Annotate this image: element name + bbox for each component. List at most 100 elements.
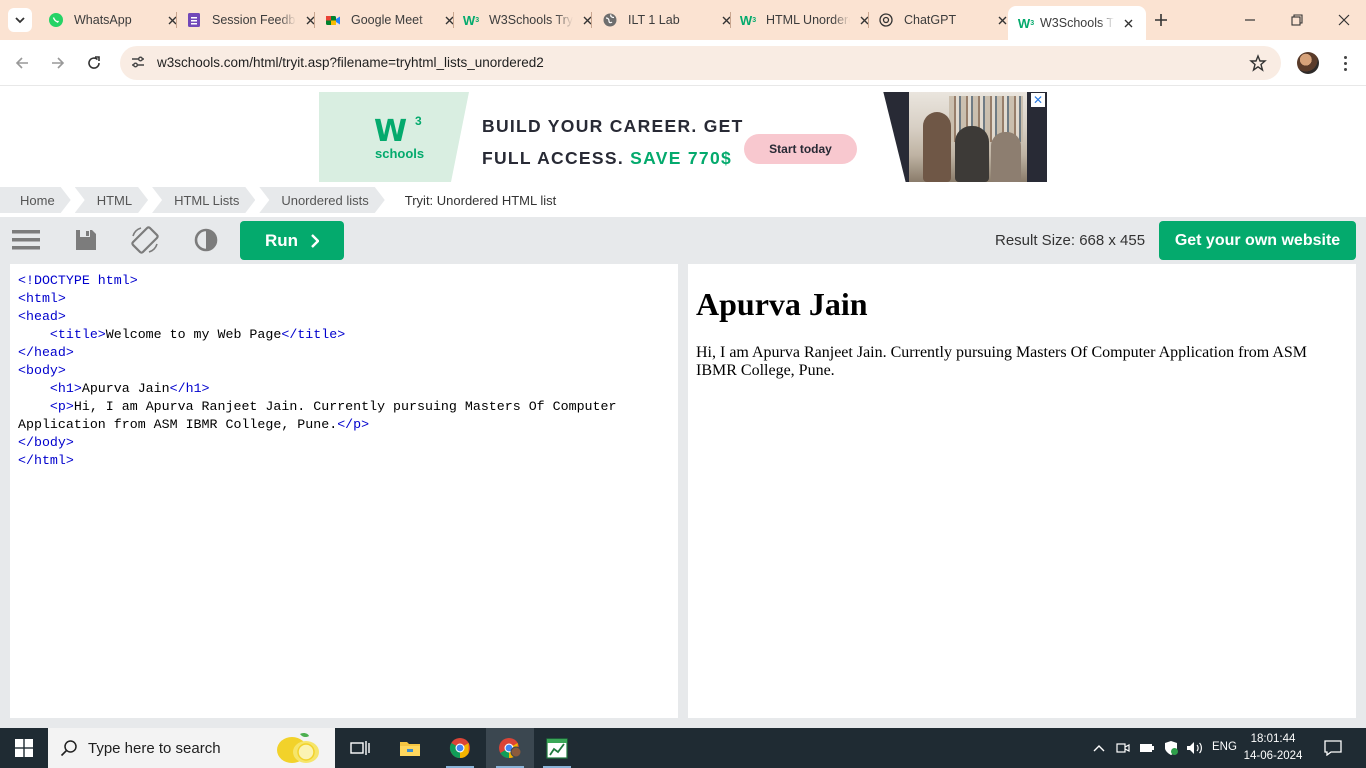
- address-bar[interactable]: w3schools.com/html/tryit.asp?filename=tr…: [120, 46, 1281, 80]
- taskbar-chrome-profile[interactable]: [486, 728, 534, 768]
- battery-icon[interactable]: [1137, 728, 1157, 768]
- code-body-close: </body>: [18, 435, 74, 450]
- site-settings-icon[interactable]: [130, 54, 146, 73]
- code-title-close: </title>: [281, 327, 346, 342]
- tab-chatgpt[interactable]: ChatGPT: [878, 7, 1010, 33]
- system-clock[interactable]: 18:01:44 14-06-2024: [1243, 731, 1303, 765]
- ad-close-icon[interactable]: ✕: [1031, 93, 1045, 107]
- w3schools-logo: W: [374, 114, 408, 149]
- result-panel: Apurva Jain Hi, I am Apurva Ranjeet Jain…: [688, 264, 1356, 718]
- code-h1-close: </h1>: [169, 381, 210, 396]
- tab-separator: [453, 12, 454, 28]
- taskbar-notepad-app[interactable]: [533, 728, 581, 768]
- close-icon: [1338, 14, 1350, 26]
- ad-headline-prefix: FULL ACCESS.: [482, 148, 624, 168]
- tab-html-unordered[interactable]: W3 HTML Unordered: [740, 7, 872, 33]
- search-icon: [60, 740, 77, 757]
- browser-tab-strip: WhatsApp Session Feedback Google Meet W3…: [0, 0, 1366, 40]
- input-language[interactable]: ENG: [1212, 741, 1237, 753]
- result-size-label: Result Size: 668 x 455: [995, 232, 1146, 249]
- taskbar-chrome[interactable]: [436, 728, 484, 768]
- start-today-button[interactable]: Start today: [744, 134, 857, 164]
- code-p-text: Hi, I am Apurva Ranjeet Jain. Currently …: [18, 399, 625, 432]
- ad-banner[interactable]: W 3 schools BUILD YOUR CAREER. GET FULL …: [319, 92, 1047, 182]
- ad-headline-line1: BUILD YOUR CAREER. GET: [482, 116, 744, 136]
- breadcrumb-html[interactable]: HTML: [75, 187, 148, 213]
- run-button[interactable]: Run: [240, 221, 344, 260]
- rotate-orientation-icon[interactable]: [130, 226, 160, 254]
- notifications-icon[interactable]: [1322, 728, 1344, 768]
- clock-date: 14-06-2024: [1243, 750, 1303, 762]
- minimize-button[interactable]: [1238, 8, 1262, 32]
- back-button[interactable]: [10, 51, 34, 75]
- breadcrumb-home[interactable]: Home: [0, 187, 71, 213]
- browser-menu-icon[interactable]: [1335, 52, 1355, 74]
- meet-now-tray-icon[interactable]: [1113, 728, 1133, 768]
- tab-ilt-lab[interactable]: ILT 1 Lab: [602, 7, 734, 33]
- w3schools-logo-superscript: 3: [415, 114, 422, 128]
- profile-avatar[interactable]: [1297, 52, 1319, 74]
- security-shield-icon[interactable]: [1160, 728, 1182, 768]
- volume-icon[interactable]: [1184, 728, 1206, 768]
- close-icon[interactable]: [1120, 15, 1136, 31]
- show-hidden-icons-button[interactable]: [1089, 728, 1109, 768]
- tab-session-feedback[interactable]: Session Feedback: [186, 7, 318, 33]
- chrome-icon: [449, 738, 470, 759]
- reload-icon: [88, 56, 100, 69]
- menu-hamburger-icon[interactable]: [11, 226, 41, 254]
- url-text: w3schools.com/html/tryit.asp?filename=tr…: [157, 55, 544, 70]
- tab-title: W3Schools Tryit: [489, 13, 573, 27]
- tab-google-meet[interactable]: Google Meet: [325, 7, 457, 33]
- taskbar-search-box[interactable]: Type here to search: [48, 728, 335, 768]
- windows-start-button[interactable]: [0, 728, 48, 768]
- chart-app-icon: [546, 738, 568, 759]
- tab-whatsapp[interactable]: WhatsApp: [48, 7, 180, 33]
- tryit-toolbar: Run Result Size: 668 x 455 Get your own …: [0, 217, 1366, 263]
- dark-mode-toggle-icon[interactable]: [191, 226, 221, 254]
- tab-w3schools-tryit-1[interactable]: W3 W3Schools Tryit: [463, 7, 595, 33]
- run-button-label: Run: [264, 230, 299, 250]
- restore-button[interactable]: [1285, 8, 1309, 32]
- person-graphic: [923, 112, 951, 182]
- whatsapp-icon: [48, 12, 64, 28]
- w3schools-icon: W3: [462, 12, 480, 28]
- code-text[interactable]: <!DOCTYPE html> <html> <head> <title>Wel…: [18, 272, 670, 470]
- breadcrumb-html-lists[interactable]: HTML Lists: [152, 187, 255, 213]
- save-icon[interactable]: [71, 226, 101, 254]
- reload-button[interactable]: [82, 51, 106, 75]
- close-icon[interactable]: [164, 12, 180, 28]
- breadcrumb-unordered-lists[interactable]: Unordered lists: [259, 187, 384, 213]
- tab-title: Session Feedback: [212, 13, 296, 27]
- taskbar-search-placeholder: Type here to search: [88, 740, 221, 757]
- close-icon[interactable]: [302, 12, 318, 28]
- chatgpt-icon: [878, 12, 894, 28]
- result-paragraph: Hi, I am Apurva Ranjeet Jain. Currently …: [696, 344, 1308, 379]
- code-html-open: <html>: [18, 291, 66, 306]
- code-head-open: <head>: [18, 309, 66, 324]
- tab-title: WhatsApp: [74, 13, 132, 27]
- plus-icon: [1155, 14, 1167, 26]
- close-icon[interactable]: [856, 12, 872, 28]
- code-p-close: </p>: [337, 417, 370, 432]
- close-window-button[interactable]: [1332, 8, 1356, 32]
- tab-search-button[interactable]: [8, 8, 32, 32]
- close-icon[interactable]: [441, 12, 457, 28]
- taskbar-file-explorer[interactable]: [386, 728, 434, 768]
- code-editor[interactable]: <!DOCTYPE html> <html> <head> <title>Wel…: [10, 264, 678, 718]
- close-icon[interactable]: [718, 12, 734, 28]
- code-p-open: <p>: [49, 399, 74, 414]
- get-your-own-website-button[interactable]: Get your own website: [1159, 221, 1356, 260]
- bookmark-star-icon[interactable]: [1249, 54, 1267, 75]
- code-title-text: Welcome to my Web Page: [105, 327, 282, 342]
- forward-button[interactable]: [46, 51, 70, 75]
- person-graphic: [991, 132, 1021, 182]
- close-icon[interactable]: [579, 12, 595, 28]
- tab-title: HTML Unordered: [766, 13, 850, 27]
- arrow-left-icon: [15, 57, 28, 69]
- task-view-button[interactable]: [336, 728, 384, 768]
- chevron-down-icon: [15, 17, 25, 24]
- tab-w3schools-tryit-active[interactable]: W3 W3Schools Tryit: [1008, 6, 1146, 40]
- new-tab-button[interactable]: [1150, 9, 1172, 31]
- meet-icon: [325, 12, 341, 28]
- lemon-search-highlight-icon[interactable]: [270, 730, 326, 766]
